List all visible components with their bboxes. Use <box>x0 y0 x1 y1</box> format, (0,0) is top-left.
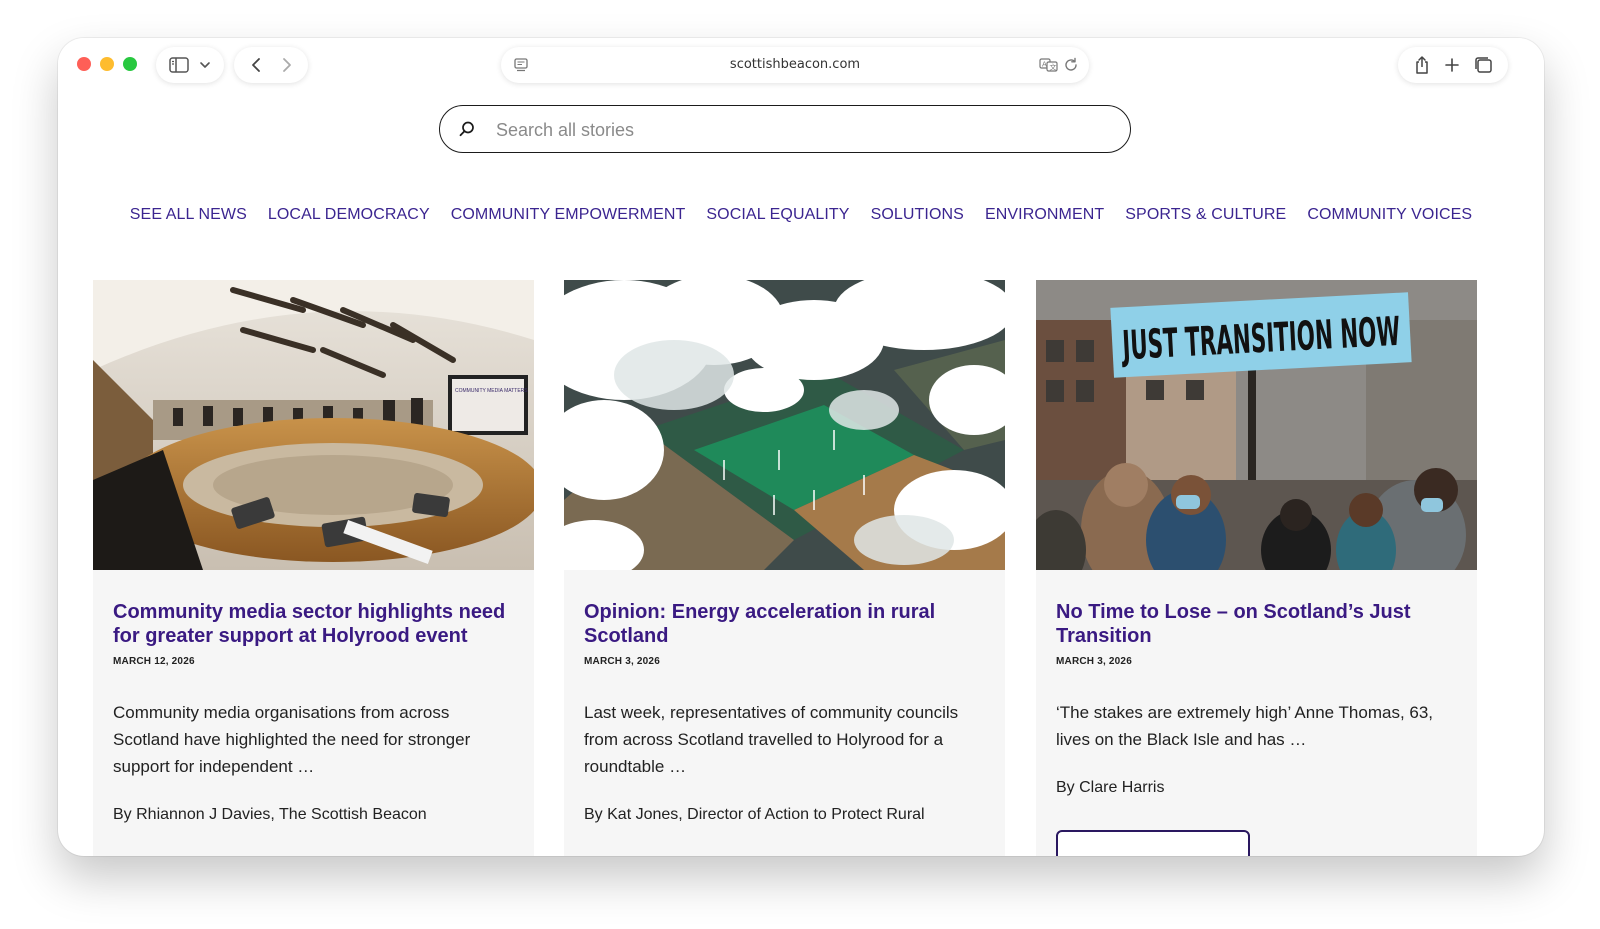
nav-social-equality[interactable]: SOCIAL EQUALITY <box>706 206 849 224</box>
close-window-button[interactable] <box>77 57 91 71</box>
back-arrow-icon[interactable] <box>249 56 263 74</box>
new-tab-plus-icon[interactable] <box>1444 57 1460 73</box>
category-nav: SEE ALL NEWS LOCAL DEMOCRACY COMMUNITY E… <box>58 206 1544 224</box>
nav-solutions[interactable]: SOLUTIONS <box>871 206 964 224</box>
story-search-box[interactable] <box>439 105 1131 153</box>
article-image-just-transition-protest[interactable]: JUST TRANSITION NOW <box>1036 280 1477 570</box>
search-input[interactable] <box>496 116 1096 144</box>
svg-text:文: 文 <box>1050 63 1057 72</box>
zoom-window-button[interactable] <box>123 57 137 71</box>
minimize-window-button[interactable] <box>100 57 114 71</box>
read-more-button[interactable] <box>1056 830 1250 856</box>
tab-overview-icon[interactable] <box>1473 56 1493 74</box>
browser-toolbar: scottishbeacon.com A文 <box>58 38 1544 94</box>
article-card: Opinion: Energy acceleration in rural Sc… <box>564 280 1005 856</box>
article-byline: By Rhiannon J Davies, The Scottish Beaco… <box>113 806 427 823</box>
translate-icon[interactable]: A文 <box>1039 57 1059 73</box>
article-title[interactable]: No Time to Lose – on Scotland’s Just Tra… <box>1056 600 1457 648</box>
screen-text: COMMUNITY MEDIA MATTERS <box>455 388 528 394</box>
sidebar-icon[interactable] <box>169 57 189 73</box>
article-excerpt: Last week, representatives of community … <box>584 703 959 776</box>
article-title[interactable]: Opinion: Energy acceleration in rural Sc… <box>584 600 985 648</box>
search-icon[interactable] <box>458 120 476 138</box>
article-date: MARCH 3, 2026 <box>1056 656 1132 667</box>
article-excerpt: Community media organisations from acros… <box>113 703 471 776</box>
article-card: COMMUNITY MEDIA MATTERS Community media … <box>93 280 534 856</box>
article-image-holyrood-meeting[interactable]: COMMUNITY MEDIA MATTERS <box>93 280 534 570</box>
article-byline: By Clare Harris <box>1056 779 1165 796</box>
nav-environment[interactable]: ENVIRONMENT <box>985 206 1104 224</box>
svg-text:A: A <box>1042 61 1047 69</box>
nav-community-empowerment[interactable]: COMMUNITY EMPOWERMENT <box>451 206 686 224</box>
article-excerpt: ‘The stakes are extremely high’ Anne Tho… <box>1056 703 1434 749</box>
browser-window: scottishbeacon.com A文 SE <box>58 38 1544 856</box>
share-icon[interactable] <box>1413 55 1431 75</box>
url-text[interactable]: scottishbeacon.com <box>501 57 1089 72</box>
article-byline: By Kat Jones, Director of Action to Prot… <box>584 806 925 823</box>
article-image-aerial-wind-farm[interactable] <box>564 280 1005 570</box>
reload-icon[interactable] <box>1063 57 1079 73</box>
nav-see-all-news[interactable]: SEE ALL NEWS <box>130 206 247 224</box>
nav-sports-culture[interactable]: SPORTS & CULTURE <box>1125 206 1286 224</box>
address-bar[interactable]: scottishbeacon.com A文 <box>501 47 1089 83</box>
history-nav-group <box>234 47 308 83</box>
article-title[interactable]: Community media sector highlights need f… <box>113 600 514 648</box>
nav-local-democracy[interactable]: LOCAL DEMOCRACY <box>268 206 430 224</box>
forward-arrow-icon[interactable] <box>280 56 294 74</box>
article-card: JUST TRANSITION NOW <box>1036 280 1477 856</box>
sidebar-toggle-group <box>156 47 224 83</box>
window-actions-group <box>1398 47 1508 83</box>
article-date: MARCH 12, 2026 <box>113 656 195 667</box>
nav-community-voices[interactable]: COMMUNITY VOICES <box>1307 206 1472 224</box>
chevron-down-icon[interactable] <box>199 60 211 70</box>
article-date: MARCH 3, 2026 <box>584 656 660 667</box>
